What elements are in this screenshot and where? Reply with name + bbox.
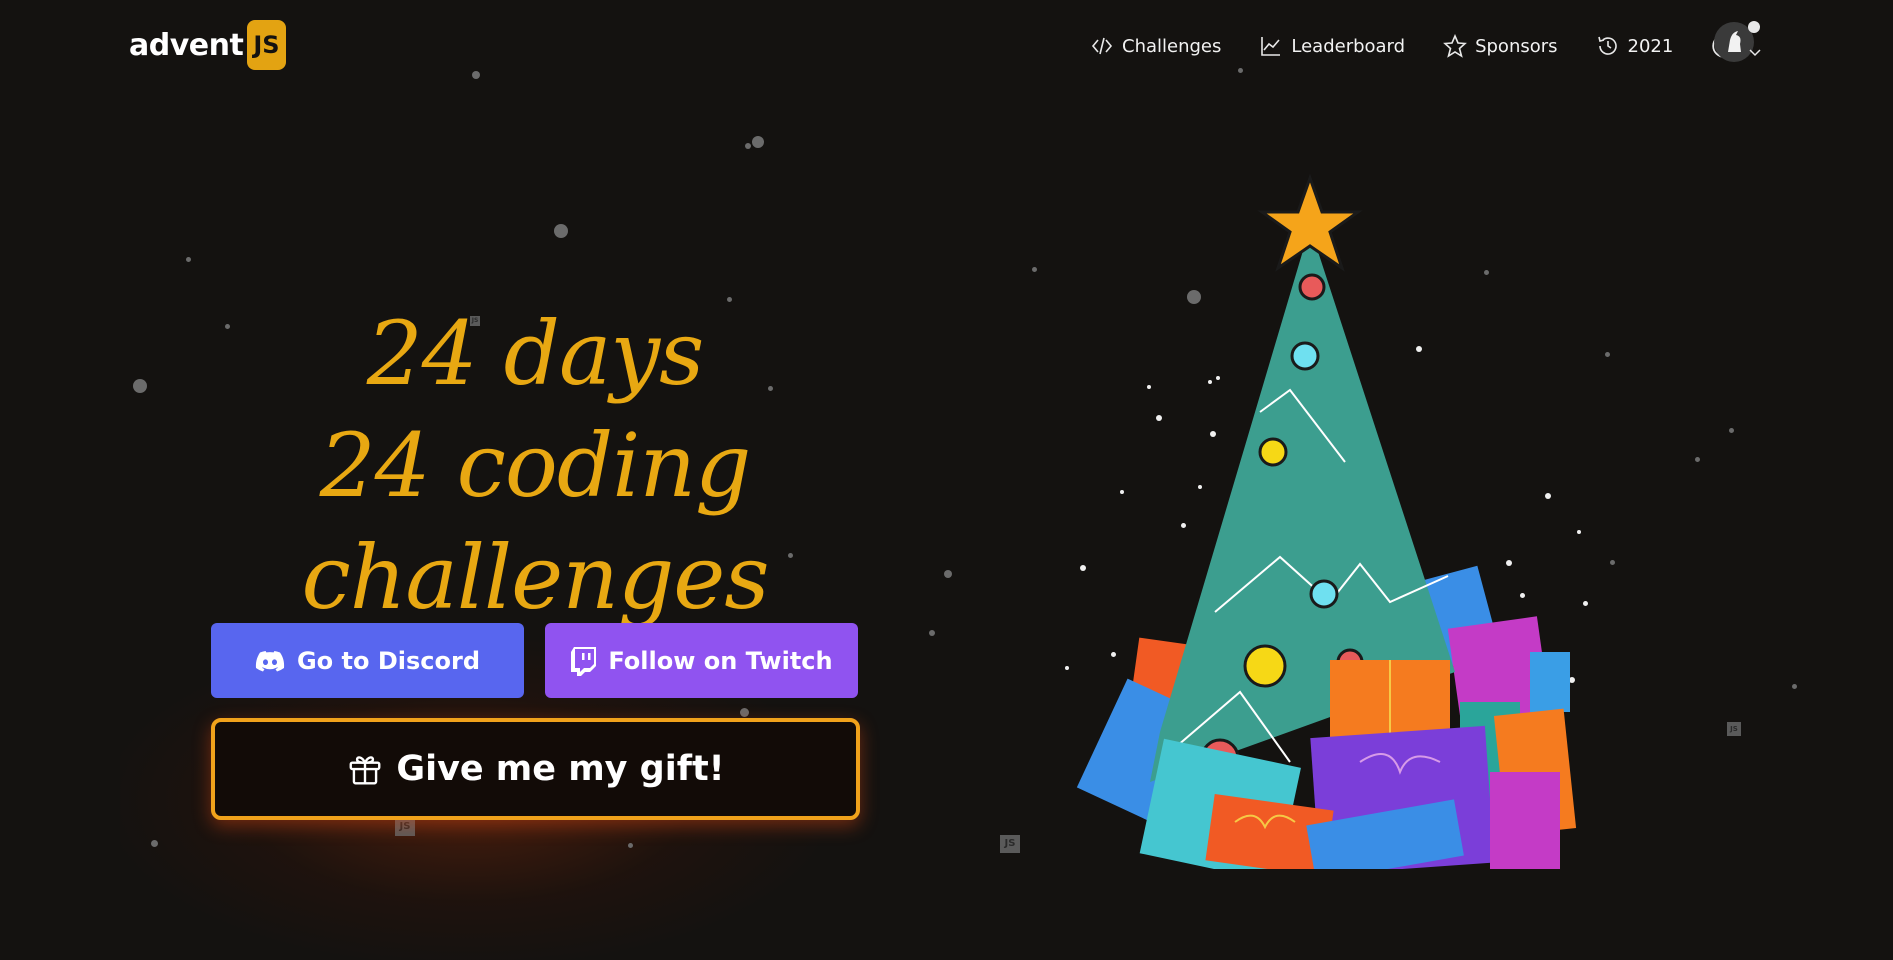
twitch-icon bbox=[571, 646, 597, 676]
nav-year-2021[interactable]: 2021 bbox=[1596, 34, 1674, 58]
chart-line-icon bbox=[1261, 37, 1281, 56]
nav-sponsors-label: Sponsors bbox=[1475, 35, 1558, 57]
main-nav: Challenges Leaderboard Sponsors 2021 bbox=[1090, 22, 1893, 70]
follow-on-twitch-button[interactable]: Follow on Twitch bbox=[545, 623, 858, 698]
logo-text: advent bbox=[129, 27, 244, 63]
status-dot bbox=[1748, 21, 1760, 33]
christmas-tree-illustration bbox=[1076, 173, 1577, 869]
gift-button-label: Give me my gift! bbox=[396, 749, 725, 789]
history-clock-icon bbox=[1597, 36, 1617, 55]
code-icon bbox=[1091, 37, 1113, 55]
nav-challenges[interactable]: Challenges bbox=[1090, 34, 1221, 58]
hero-title: 24 days 24 coding challenges bbox=[155, 298, 915, 634]
go-to-discord-button[interactable]: Go to Discord bbox=[211, 623, 524, 698]
gift-icon bbox=[349, 756, 381, 785]
give-me-my-gift-button[interactable]: Give me my gift! bbox=[211, 718, 860, 820]
discord-button-label: Go to Discord bbox=[296, 646, 481, 675]
twitch-button-label: Follow on Twitch bbox=[608, 646, 833, 675]
discord-icon bbox=[255, 650, 285, 671]
nav-leaderboard-label: Leaderboard bbox=[1291, 35, 1406, 57]
nav-challenges-label: Challenges bbox=[1122, 35, 1222, 57]
logo-badge: JS bbox=[247, 20, 286, 70]
hero-line-2: 24 coding challenges bbox=[301, 414, 769, 629]
nav-year-label: 2021 bbox=[1627, 35, 1674, 57]
advent-js-logo[interactable]: advent JS bbox=[129, 20, 286, 70]
nav-leaderboard[interactable]: Leaderboard bbox=[1259, 34, 1405, 58]
nav-sponsors[interactable]: Sponsors bbox=[1443, 34, 1558, 58]
hero-line-1: 24 days bbox=[366, 302, 705, 405]
chevron-down-icon[interactable] bbox=[1747, 47, 1763, 59]
star-icon bbox=[1443, 34, 1467, 58]
